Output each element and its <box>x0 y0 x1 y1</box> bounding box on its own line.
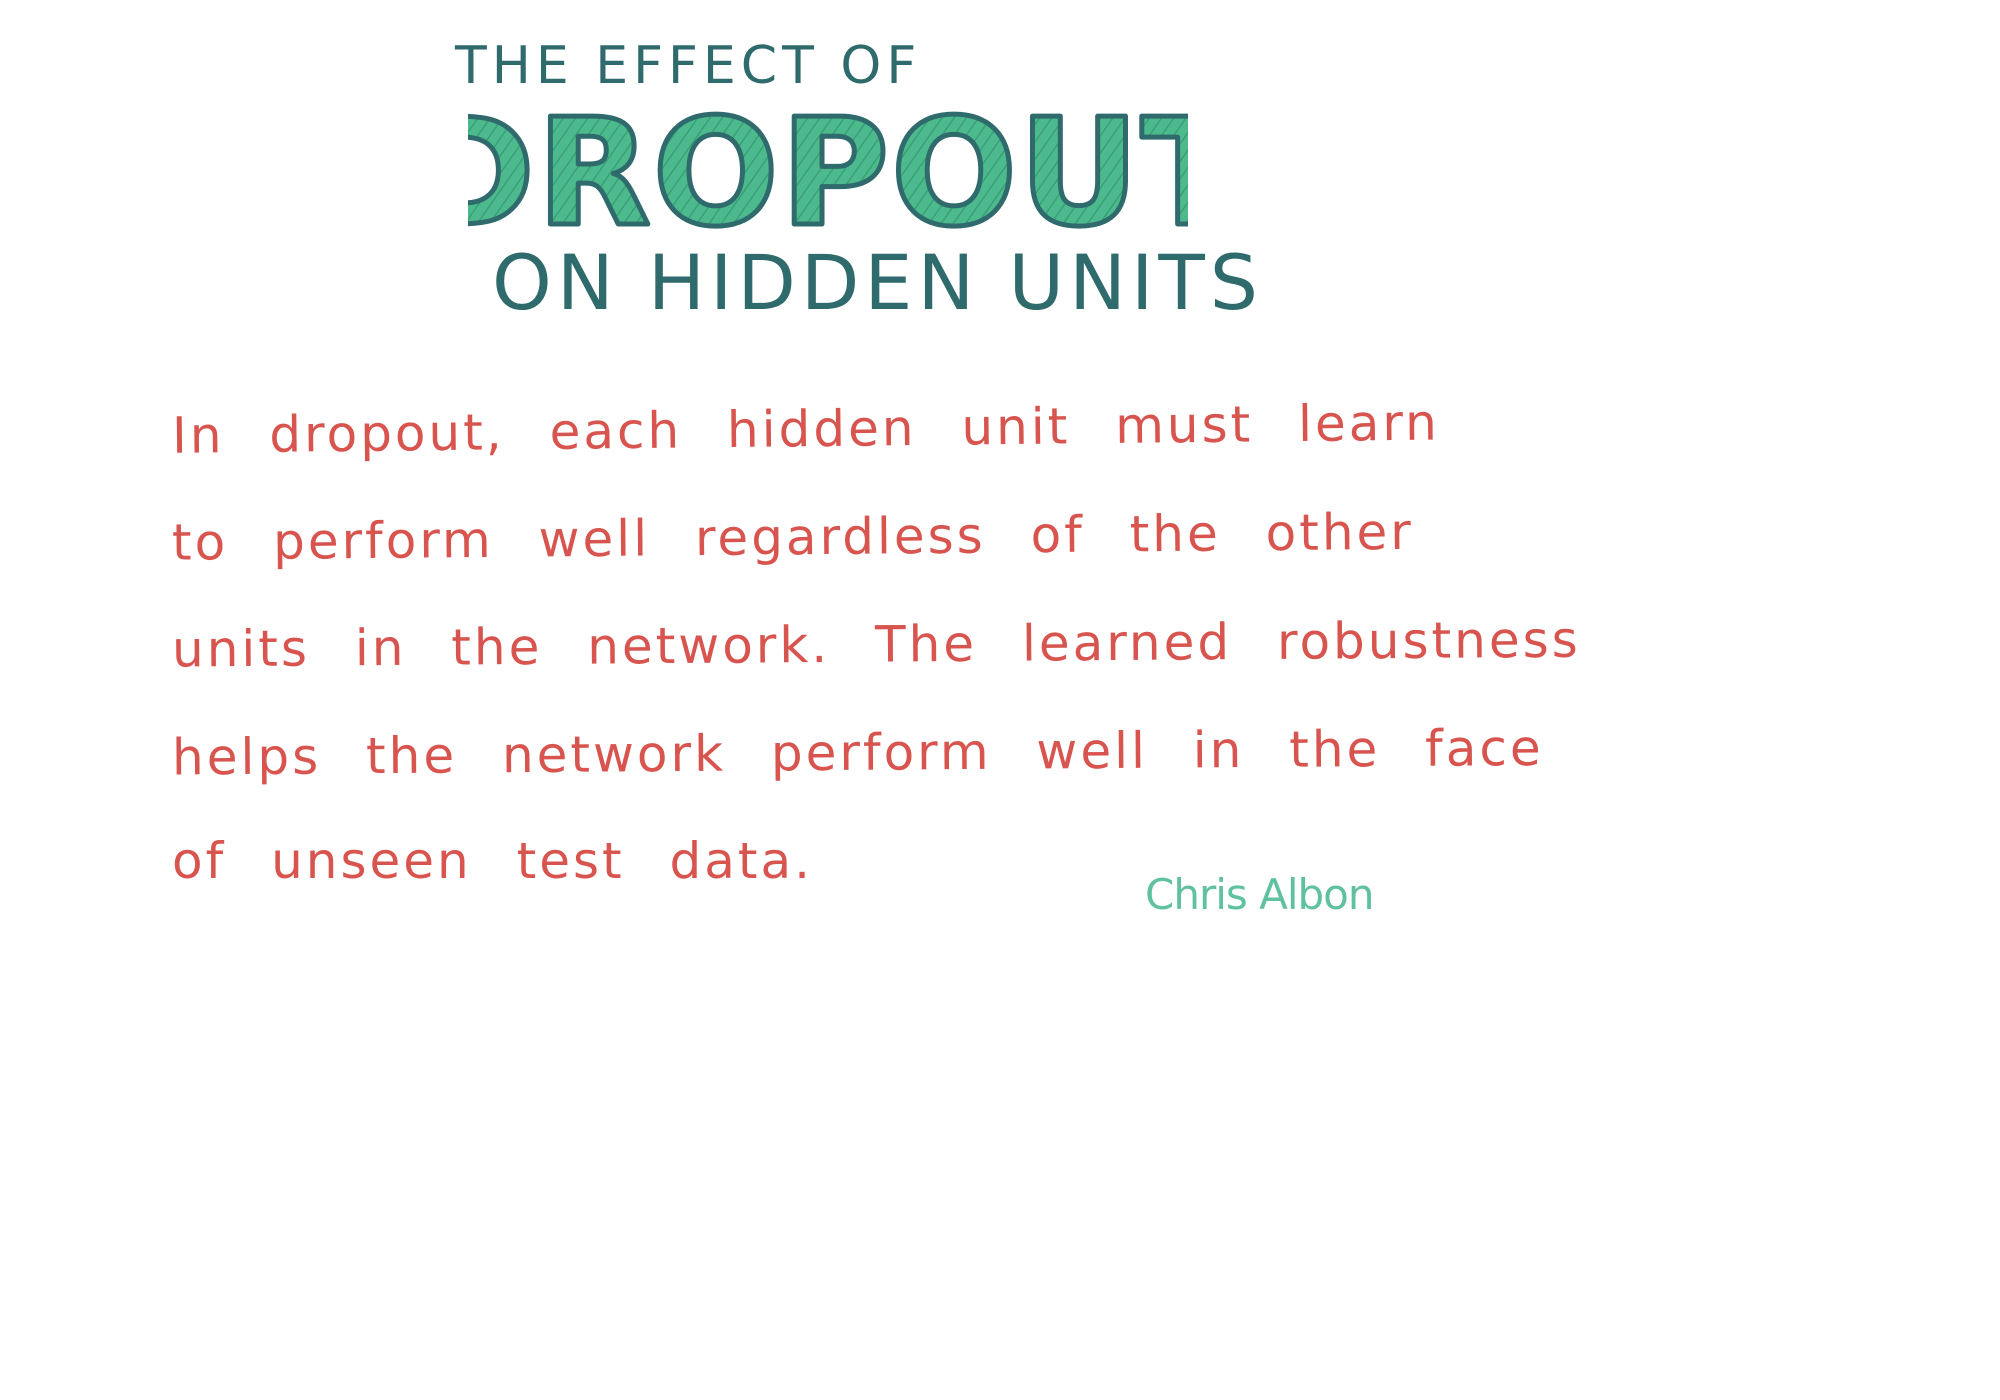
flashcard: THE EFFECT OF DROPOUT ON HIDDEN UNITS In… <box>0 0 1581 1100</box>
title-bottom-line: ON HIDDEN UNITS <box>492 238 1264 327</box>
body-line: helps the network perform well in the fa… <box>171 718 1544 787</box>
body-line: to perform well regardless of the other <box>171 502 1415 572</box>
title-main-word: DROPOUT <box>468 96 1188 246</box>
author-signature: Chris Albon <box>1145 870 1374 919</box>
title-top-line: THE EFFECT OF <box>455 36 922 96</box>
body-line: units in the network. The learned robust… <box>171 610 1581 679</box>
dropout-outlined-letters: DROPOUT <box>468 96 1188 246</box>
body-text: In dropout, each hidden unit must learn … <box>171 375 1581 915</box>
body-line: In dropout, each hidden unit must learn <box>171 393 1441 465</box>
